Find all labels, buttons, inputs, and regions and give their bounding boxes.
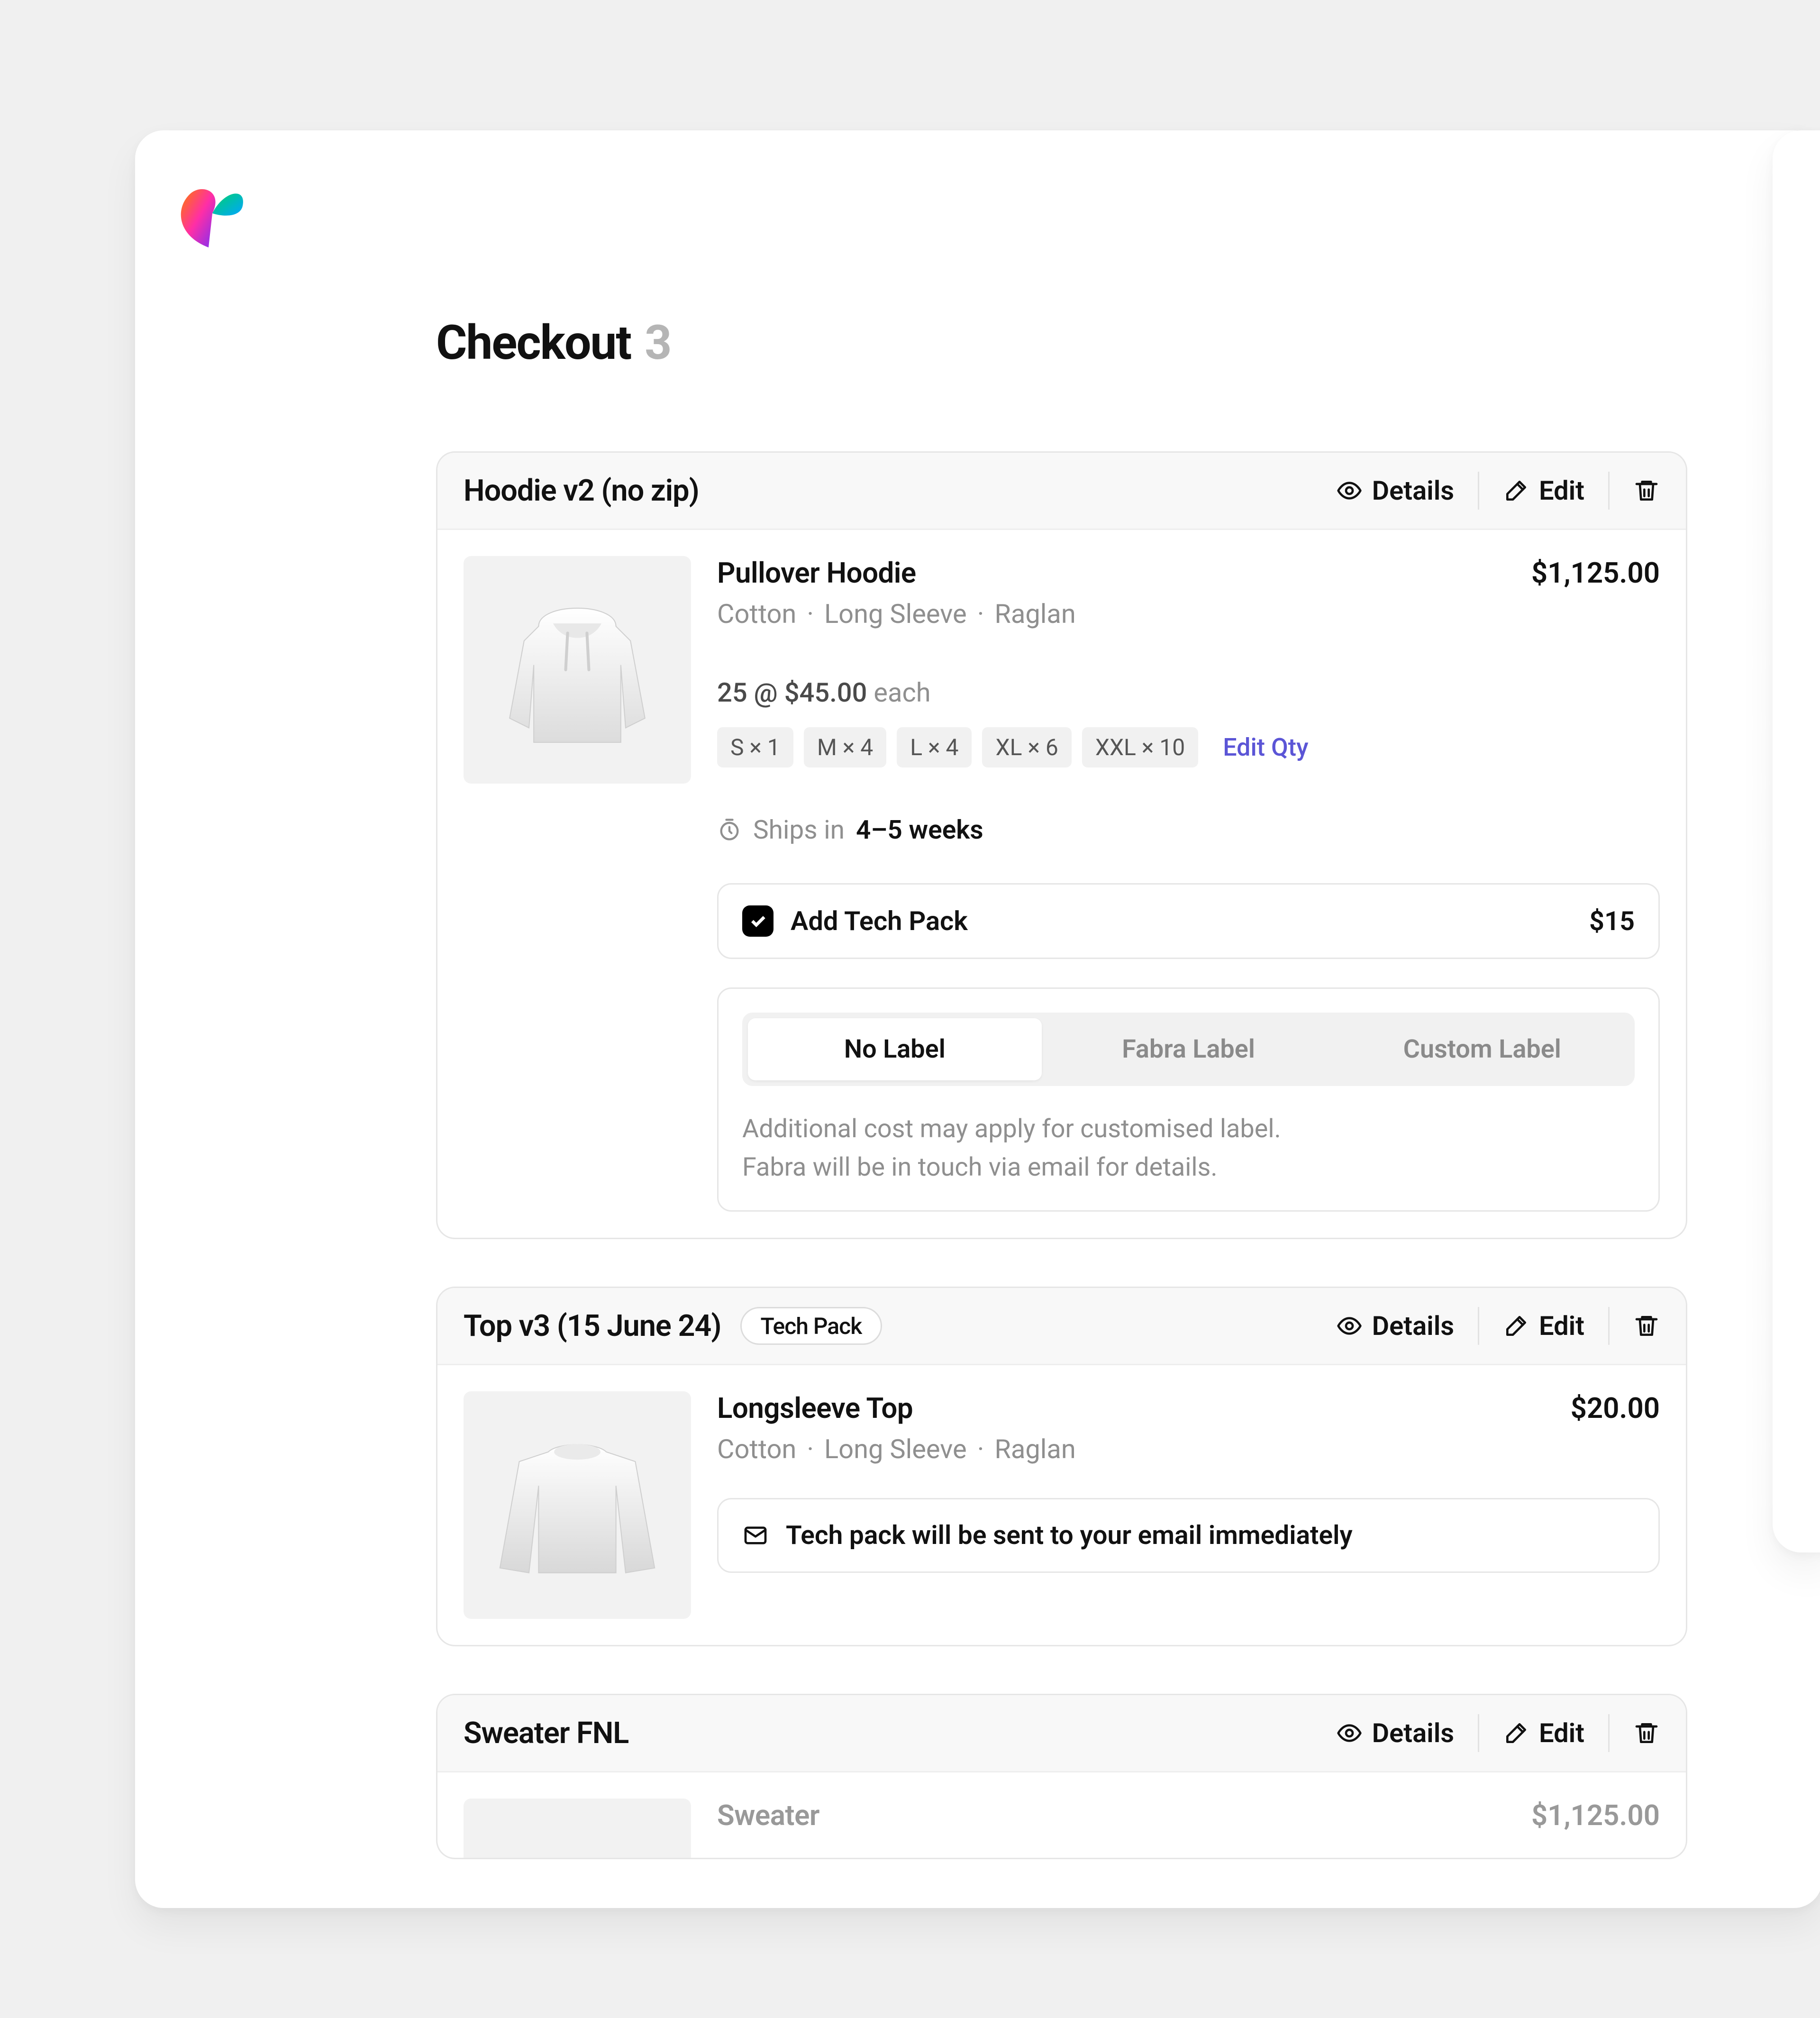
eye-icon xyxy=(1336,1313,1363,1339)
attr: Cotton xyxy=(717,1434,796,1465)
edit-qty-link[interactable]: Edit Qty xyxy=(1223,733,1308,762)
card-title: Sweater FNL xyxy=(464,1716,1312,1751)
mail-message: Tech pack will be sent to your email imm… xyxy=(786,1520,1353,1551)
trash-icon xyxy=(1633,477,1660,504)
details-label: Details xyxy=(1372,1310,1454,1342)
shipping-estimate: Ships in 4–5 weeks xyxy=(717,815,1660,845)
qty-unit: $45.00 xyxy=(784,677,867,708)
page-title-count: 3 xyxy=(645,315,671,371)
app-logo xyxy=(171,175,246,251)
pencil-icon xyxy=(1503,1720,1529,1746)
checkout-sheet: Checkout 3 Hoodie v2 (no zip) Details xyxy=(135,130,1820,1908)
details-label: Details xyxy=(1372,475,1454,506)
product-name: Longsleeve Top xyxy=(717,1391,913,1425)
delete-button[interactable] xyxy=(1608,1307,1660,1345)
size-pill: XL × 6 xyxy=(982,727,1071,767)
delete-button[interactable] xyxy=(1608,472,1660,510)
size-pill: S × 1 xyxy=(717,727,793,767)
product-name: Pullover Hoodie xyxy=(717,556,916,590)
qty-suffix: each xyxy=(874,677,930,708)
label-segmented-control: No Label Fabra Label Custom Label xyxy=(742,1013,1635,1086)
ships-prefix: Ships in xyxy=(753,815,845,845)
techpack-price: $15 xyxy=(1589,905,1635,937)
product-thumbnail xyxy=(464,1391,691,1619)
size-pill: XXL × 10 xyxy=(1082,727,1198,767)
techpack-chip: Tech Pack xyxy=(740,1307,883,1345)
quantity-line: 25 @ $45.00 each xyxy=(717,677,1660,708)
edit-label: Edit xyxy=(1539,475,1584,506)
label-note: Additional cost may apply for customised… xyxy=(742,1110,1635,1187)
qty-count: 25 xyxy=(717,677,747,708)
label-opt-fabra-label[interactable]: Fabra Label xyxy=(1042,1018,1336,1080)
right-panel-peek xyxy=(1773,130,1820,1552)
attr: Long Sleeve xyxy=(824,598,967,630)
add-techpack-option[interactable]: Add Tech Pack $15 xyxy=(717,883,1660,959)
pencil-icon xyxy=(1503,1313,1529,1339)
card-title-text: Top v3 (15 June 24) xyxy=(464,1309,721,1343)
product-thumbnail xyxy=(464,1799,691,1858)
card-title: Hoodie v2 (no zip) xyxy=(464,474,1312,508)
details-button[interactable]: Details xyxy=(1312,1714,1478,1752)
card-header: Top v3 (15 June 24) Tech Pack Details Ed… xyxy=(437,1288,1686,1365)
edit-button[interactable]: Edit xyxy=(1478,1307,1608,1345)
cart-item-card: Hoodie v2 (no zip) Details Edit xyxy=(436,451,1687,1239)
details-label: Details xyxy=(1372,1717,1454,1749)
product-price: $20.00 xyxy=(1571,1391,1660,1425)
techpack-label: Add Tech Pack xyxy=(791,905,1572,937)
pencil-icon xyxy=(1503,477,1529,504)
product-price: $1,125.00 xyxy=(1531,556,1660,590)
edit-label: Edit xyxy=(1539,1310,1584,1342)
cart-item-card: Top v3 (15 June 24) Tech Pack Details Ed… xyxy=(436,1287,1687,1646)
cart-item-card: Sweater FNL Details Edit xyxy=(436,1694,1687,1859)
checkbox-checked-icon xyxy=(742,905,774,937)
edit-button[interactable]: Edit xyxy=(1478,472,1608,510)
product-thumbnail xyxy=(464,556,691,784)
size-pill: M × 4 xyxy=(804,727,886,767)
page-title-text: Checkout xyxy=(436,315,631,371)
card-title-text: Hoodie v2 (no zip) xyxy=(464,474,699,508)
ships-value: 4–5 weeks xyxy=(856,815,983,845)
size-breakdown: S × 1 M × 4 L × 4 XL × 6 XXL × 10 Edit Q… xyxy=(717,727,1660,767)
card-title-text: Sweater FNL xyxy=(464,1716,628,1751)
mail-icon xyxy=(742,1522,769,1549)
size-pill: L × 4 xyxy=(897,727,972,767)
product-attributes: Cotton·Long Sleeve·Raglan xyxy=(717,1434,1660,1465)
techpack-mail-notice: Tech pack will be sent to your email imm… xyxy=(717,1498,1660,1573)
card-title: Top v3 (15 June 24) Tech Pack xyxy=(464,1307,1312,1345)
edit-button[interactable]: Edit xyxy=(1478,1714,1608,1752)
card-header: Sweater FNL Details Edit xyxy=(437,1695,1686,1772)
stopwatch-icon xyxy=(717,818,742,842)
details-button[interactable]: Details xyxy=(1312,472,1478,510)
trash-icon xyxy=(1633,1313,1660,1339)
eye-icon xyxy=(1336,477,1363,504)
top-illustration xyxy=(481,1408,674,1602)
eye-icon xyxy=(1336,1720,1363,1746)
attr: Raglan xyxy=(994,1434,1075,1465)
hoodie-illustration xyxy=(481,573,674,767)
product-price: $1,125.00 xyxy=(1531,1799,1660,1832)
edit-label: Edit xyxy=(1539,1717,1584,1749)
details-button[interactable]: Details xyxy=(1312,1307,1478,1345)
delete-button[interactable] xyxy=(1608,1714,1660,1752)
attr: Cotton xyxy=(717,598,796,630)
label-option-box: No Label Fabra Label Custom Label Additi… xyxy=(717,987,1660,1212)
trash-icon xyxy=(1633,1720,1660,1746)
attr: Raglan xyxy=(994,598,1075,630)
attr: Long Sleeve xyxy=(824,1434,967,1465)
product-name: Sweater xyxy=(717,1799,819,1832)
card-header: Hoodie v2 (no zip) Details Edit xyxy=(437,453,1686,530)
label-opt-custom-label[interactable]: Custom Label xyxy=(1335,1018,1629,1080)
page-title: Checkout 3 xyxy=(436,315,1687,371)
label-opt-no-label[interactable]: No Label xyxy=(748,1018,1042,1080)
product-attributes: Cotton·Long Sleeve·Raglan xyxy=(717,598,1660,630)
